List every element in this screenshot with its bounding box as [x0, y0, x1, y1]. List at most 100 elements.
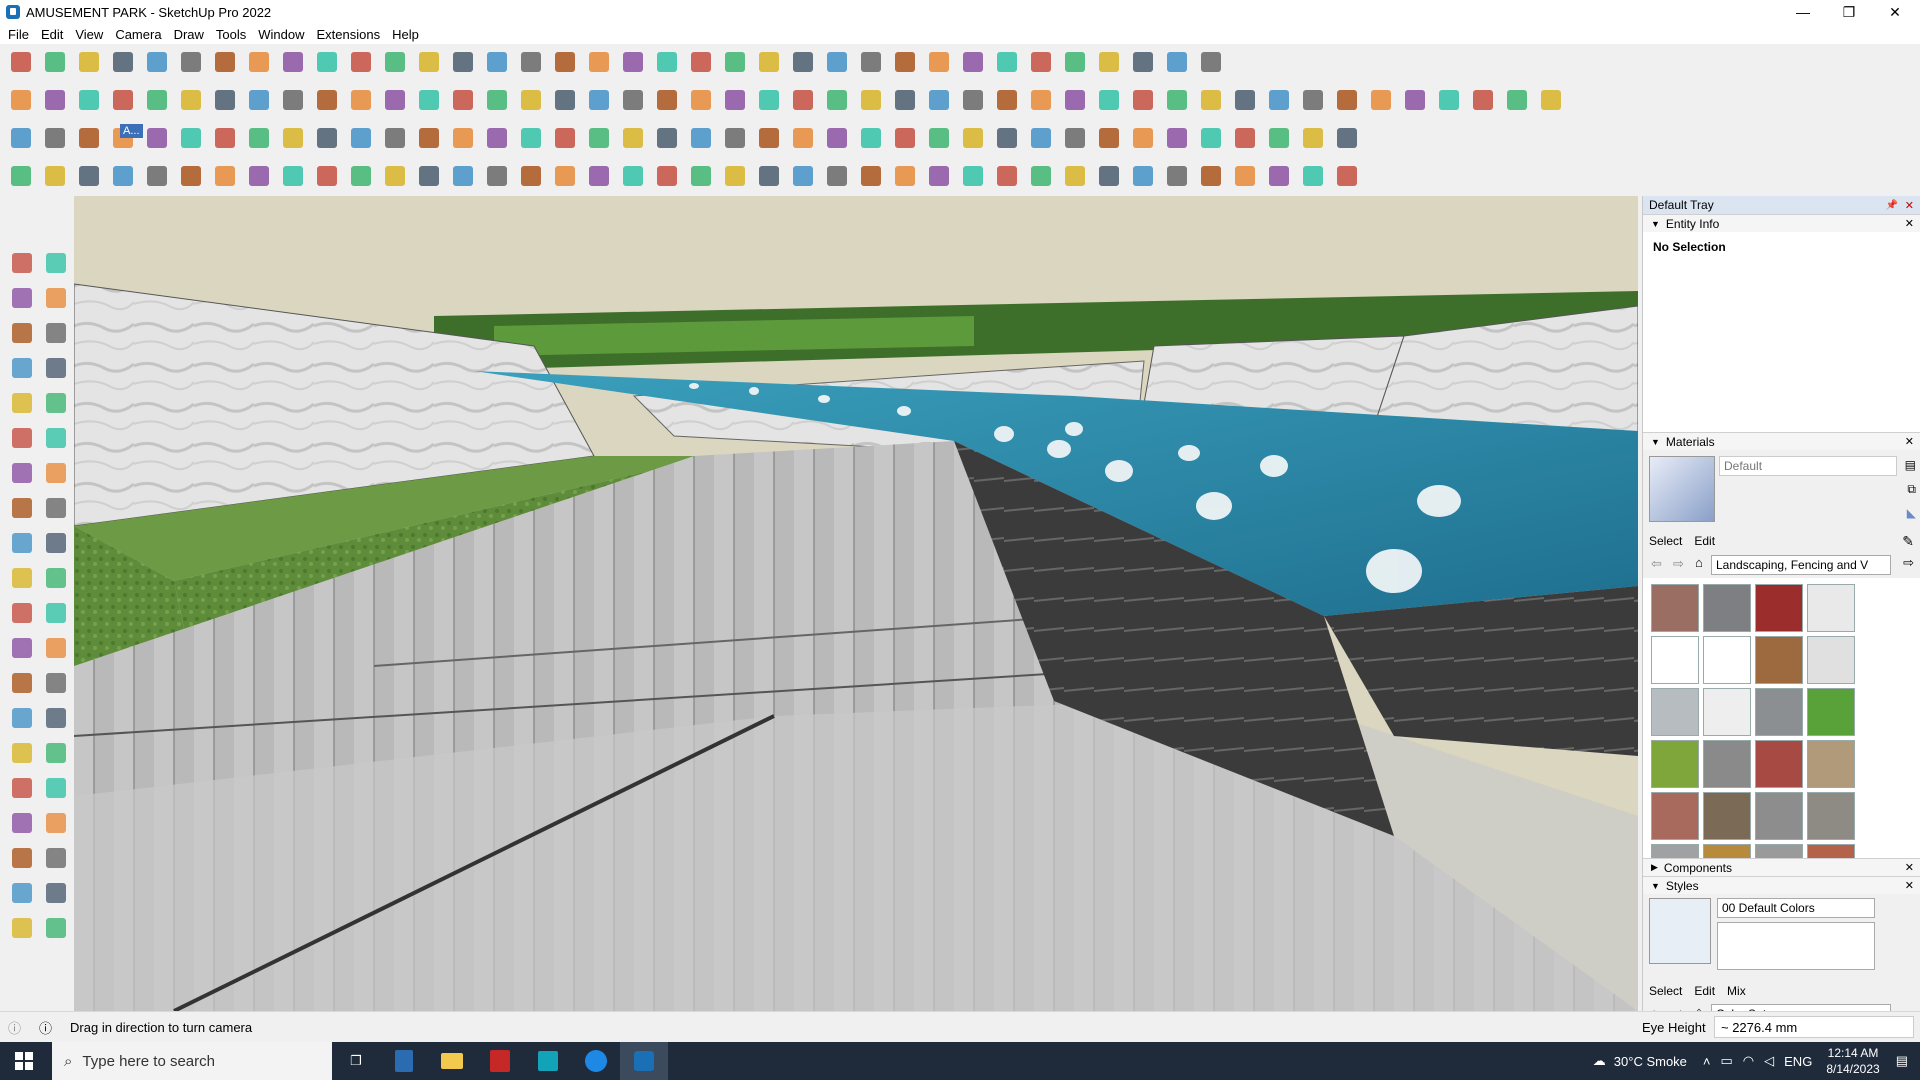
menu-window[interactable]: Window: [254, 27, 312, 42]
pin-icon[interactable]: 📌: [1886, 200, 1898, 211]
toolbar-button-3-1[interactable]: [7, 124, 35, 152]
material-swatch[interactable]: [1755, 792, 1803, 840]
protractor-tool-icon[interactable]: [7, 668, 37, 698]
polygon-tool-icon[interactable]: [41, 423, 71, 453]
toolbar-button-4-28[interactable]: [925, 162, 953, 190]
toolbar-button-3-25[interactable]: [823, 124, 851, 152]
toolbar-button-4-34[interactable]: [1129, 162, 1157, 190]
styles-tab-mix[interactable]: Mix: [1727, 984, 1746, 998]
3d-text-tool-icon[interactable]: [41, 703, 71, 733]
toolbar-button-3-5[interactable]: [143, 124, 171, 152]
toolbar-button-2-28[interactable]: [925, 86, 953, 114]
toolbar-button-4-22[interactable]: [721, 162, 749, 190]
freehand-tool-icon[interactable]: [41, 353, 71, 383]
toolbar-button-3-17[interactable]: [551, 124, 579, 152]
toolbar-button-3-27[interactable]: [891, 124, 919, 152]
toolbar-button-2-23[interactable]: [755, 86, 783, 114]
toolbar-button-1-25[interactable]: [823, 48, 851, 76]
toolbar-button-3-37[interactable]: [1231, 124, 1259, 152]
materials-tab-select[interactable]: Select: [1649, 534, 1682, 548]
back-arrow-icon[interactable]: ⇦: [1651, 556, 1662, 572]
material-swatch[interactable]: [1703, 740, 1751, 788]
toolbar-button-1-31[interactable]: [1027, 48, 1055, 76]
toolbar-button-1-14[interactable]: [449, 48, 477, 76]
walk-tool-icon[interactable]: [7, 843, 37, 873]
home-icon[interactable]: ⌂: [1695, 555, 1703, 570]
entity-info-panel-header[interactable]: ▼ Entity Info ✕: [1643, 214, 1920, 232]
toolbar-button-4-13[interactable]: [415, 162, 443, 190]
geo-location-icon[interactable]: ⓘ: [8, 1018, 21, 1037]
sketchup-taskbar-icon[interactable]: [620, 1042, 668, 1080]
toolbar-button-2-33[interactable]: [1095, 86, 1123, 114]
toolbar-button-2-15[interactable]: [483, 86, 511, 114]
toolbar-button-4-12[interactable]: [381, 162, 409, 190]
toolbar-button-3-40[interactable]: [1333, 124, 1361, 152]
toolbar-button-2-44[interactable]: [1469, 86, 1497, 114]
material-swatch[interactable]: [1651, 740, 1699, 788]
toolbar-button-2-37[interactable]: [1231, 86, 1259, 114]
toolbar-button-2-41[interactable]: [1367, 86, 1395, 114]
wifi-icon[interactable]: ◠: [1743, 1053, 1754, 1069]
display-secondary-icon[interactable]: ⧉: [1907, 482, 1916, 497]
material-swatch[interactable]: [1807, 740, 1855, 788]
toolbar-button-3-31[interactable]: [1027, 124, 1055, 152]
toolbar-button-4-5[interactable]: [143, 162, 171, 190]
text-tool-icon[interactable]: [41, 633, 71, 663]
orbit-tool-icon[interactable]: [41, 248, 71, 278]
toolbar-button-2-27[interactable]: [891, 86, 919, 114]
toolbar-button-2-29[interactable]: [959, 86, 987, 114]
3ds-max-icon[interactable]: [524, 1042, 572, 1080]
pan-tool-icon[interactable]: [41, 738, 71, 768]
acrobat-icon[interactable]: [476, 1042, 524, 1080]
measurements-field[interactable]: ~ 2276.4 mm: [1714, 1016, 1914, 1038]
toolbar-button-1-10[interactable]: [313, 48, 341, 76]
toolbar-button-3-11[interactable]: [347, 124, 375, 152]
eraser-tool-icon[interactable]: [41, 283, 71, 313]
menu-help[interactable]: Help: [388, 27, 427, 42]
toolbar-button-4-27[interactable]: [891, 162, 919, 190]
toolbar-button-4-1[interactable]: [7, 162, 35, 190]
toolbar-button-4-23[interactable]: [755, 162, 783, 190]
toolbar-button-1-9[interactable]: [279, 48, 307, 76]
material-swatch[interactable]: [1755, 688, 1803, 736]
toolbar-button-4-8[interactable]: [245, 162, 273, 190]
toolbar-button-2-39[interactable]: [1299, 86, 1327, 114]
material-swatch[interactable]: [1703, 636, 1751, 684]
toolbar-button-2-38[interactable]: [1265, 86, 1293, 114]
toolbar-button-3-28[interactable]: [925, 124, 953, 152]
toolbar-button-3-12[interactable]: [381, 124, 409, 152]
orbit-tool-icon[interactable]: [7, 738, 37, 768]
paint-tool-icon[interactable]: [7, 283, 37, 313]
taskbar-search-box[interactable]: ⌕ Type here to search: [52, 1042, 332, 1080]
toolbar-button-2-2[interactable]: [41, 86, 69, 114]
close-button[interactable]: ✕: [1872, 0, 1918, 24]
toolbar-button-4-20[interactable]: [653, 162, 681, 190]
material-name-field[interactable]: Default: [1719, 456, 1897, 476]
tray-close-icon[interactable]: ✕: [1905, 199, 1914, 212]
toolbar-button-1-20[interactable]: [653, 48, 681, 76]
default-paint-icon[interactable]: ◣: [1907, 506, 1916, 520]
toolbar-button-4-24[interactable]: [789, 162, 817, 190]
push-pull-tool-icon[interactable]: [41, 528, 71, 558]
material-swatch[interactable]: [1755, 584, 1803, 632]
toolbar-button-3-14[interactable]: [449, 124, 477, 152]
toolbar-button-4-30[interactable]: [993, 162, 1021, 190]
menu-file[interactable]: File: [4, 27, 37, 42]
toolbar-button-2-11[interactable]: [347, 86, 375, 114]
toolbar-button-3-22[interactable]: [721, 124, 749, 152]
toolbar-button-1-12[interactable]: [381, 48, 409, 76]
toolbar-button-2-22[interactable]: [721, 86, 749, 114]
toolbar-button-4-11[interactable]: [347, 162, 375, 190]
toolbar-button-2-9[interactable]: [279, 86, 307, 114]
zoom-extents-tool-icon[interactable]: [7, 808, 37, 838]
scale-tool-icon[interactable]: [7, 598, 37, 628]
windows-start-button[interactable]: [0, 1042, 48, 1080]
component-tool-icon[interactable]: [7, 318, 37, 348]
toolbar-button-4-35[interactable]: [1163, 162, 1191, 190]
toolbar-button-4-2[interactable]: [41, 162, 69, 190]
toolbar-button-3-30[interactable]: [993, 124, 1021, 152]
toolbar-button-4-29[interactable]: [959, 162, 987, 190]
restore-button[interactable]: ❐: [1826, 0, 1872, 24]
toolbar-button-4-36[interactable]: [1197, 162, 1225, 190]
toolbar-button-1-6[interactable]: [177, 48, 205, 76]
